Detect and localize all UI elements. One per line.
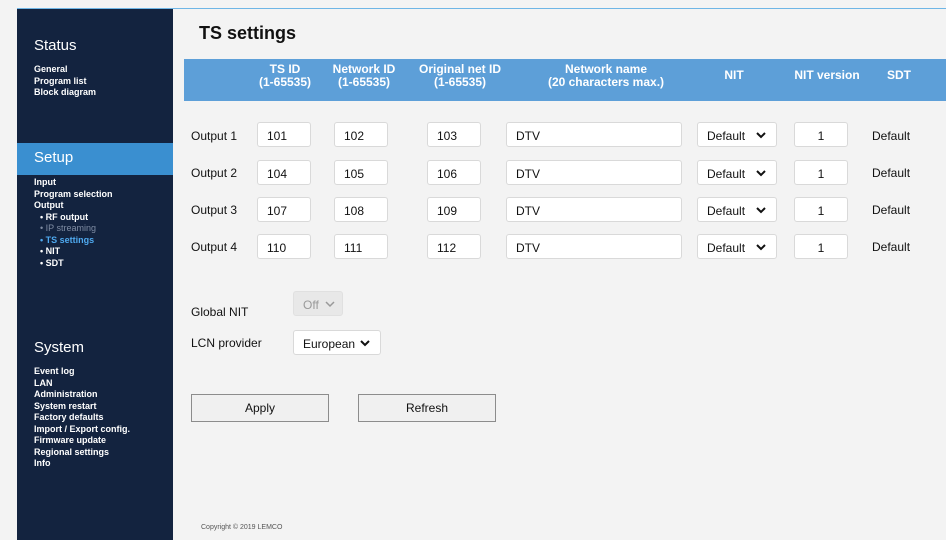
sidebar-item-firmware-update[interactable]: Firmware update — [34, 435, 130, 447]
sidebar-system-nav: Event log LAN Administration System rest… — [34, 366, 130, 470]
sidebar: Status General Program list Block diagra… — [17, 8, 173, 540]
sidebar-subitem-ts-settings[interactable]: • TS settings — [34, 235, 113, 247]
original-net-id-input[interactable]: 109 — [427, 197, 481, 222]
sidebar-item-administration[interactable]: Administration — [34, 389, 130, 401]
row-label: Output 3 — [191, 203, 238, 217]
nit-select[interactable]: Default — [697, 197, 777, 222]
lcn-provider-select[interactable]: European — [293, 330, 381, 355]
sidebar-subitem-ip-streaming[interactable]: • IP streaming — [34, 223, 113, 235]
nit-select[interactable]: Default — [697, 234, 777, 259]
chevron-down-icon — [325, 301, 335, 308]
global-nit-label: Global NIT — [191, 305, 249, 319]
sidebar-item-input[interactable]: Input — [34, 177, 113, 189]
nit-version-input[interactable]: 1 — [794, 234, 848, 259]
sdt-value: Default — [872, 240, 911, 254]
sidebar-item-output[interactable]: Output — [34, 200, 113, 212]
sidebar-item-info[interactable]: Info — [34, 458, 130, 470]
copyright-text: Copyright © 2019 LEMCO — [201, 524, 283, 531]
sidebar-subitem-nit[interactable]: • NIT — [34, 246, 113, 258]
nit-version-input[interactable]: 1 — [794, 122, 848, 147]
original-net-id-input[interactable]: 112 — [427, 234, 481, 259]
row-label: Output 1 — [191, 129, 238, 143]
chevron-down-icon — [756, 207, 766, 214]
nit-select[interactable]: Default — [697, 122, 777, 147]
chevron-down-icon — [756, 170, 766, 177]
sidebar-section-setup: Setup — [17, 143, 173, 175]
page-title: TS settings — [199, 23, 297, 43]
network-id-input[interactable]: 105 — [334, 160, 388, 185]
original-net-id-input[interactable]: 103 — [427, 122, 481, 147]
row-label: Output 2 — [191, 166, 238, 180]
sidebar-item-system-restart[interactable]: System restart — [34, 401, 130, 413]
table-header: TS ID (1-65535) Network ID (1-65535) Origi… — [184, 59, 946, 101]
sidebar-section-system: System — [34, 339, 85, 356]
header-sdt: SDT — [887, 68, 911, 82]
network-name-input[interactable]: DTV — [506, 122, 682, 147]
sidebar-section-status: Status — [34, 37, 77, 54]
ts-id-input[interactable]: 107 — [257, 197, 311, 222]
sidebar-status-nav: General Program list Block diagram — [34, 64, 96, 99]
row-label: Output 4 — [191, 240, 238, 254]
nit-version-input[interactable]: 1 — [794, 197, 848, 222]
sidebar-item-import-export[interactable]: Import / Export config. — [34, 424, 130, 436]
sdt-value: Default — [872, 129, 911, 143]
header-network-name: Network name (20 characters max.) — [547, 62, 665, 89]
chevron-down-icon — [756, 132, 766, 139]
sidebar-item-program-list[interactable]: Program list — [34, 76, 96, 88]
sidebar-item-block-diagram[interactable]: Block diagram — [34, 87, 96, 99]
header-nit: NIT — [724, 68, 744, 82]
network-name-input[interactable]: DTV — [506, 197, 682, 222]
chevron-down-icon — [360, 340, 370, 347]
main-content: TS settings TS ID (1-65535) Network ID (1-… — [173, 8, 946, 540]
chevron-down-icon — [756, 244, 766, 251]
sidebar-item-general[interactable]: General — [34, 64, 96, 76]
sidebar-setup-nav: Input Program selection Output • RF outp… — [34, 177, 113, 269]
sidebar-item-factory-defaults[interactable]: Factory defaults — [34, 412, 130, 424]
sdt-value: Default — [872, 203, 911, 217]
ts-id-input[interactable]: 104 — [257, 160, 311, 185]
sdt-value: Default — [872, 166, 911, 180]
header-network-id: Network ID (1-65535) — [332, 62, 396, 89]
sidebar-subitem-sdt[interactable]: • SDT — [34, 258, 113, 270]
sidebar-item-regional-settings[interactable]: Regional settings — [34, 447, 130, 459]
sidebar-item-lan[interactable]: LAN — [34, 378, 130, 390]
header-nit-version: NIT version — [794, 68, 860, 82]
network-id-input[interactable]: 111 — [334, 234, 388, 259]
refresh-button[interactable]: Refresh — [358, 394, 496, 422]
header-ts-id: TS ID (1-65535) — [258, 62, 312, 89]
lcn-provider-label: LCN provider — [191, 336, 262, 350]
network-id-input[interactable]: 108 — [334, 197, 388, 222]
nit-select[interactable]: Default — [697, 160, 777, 185]
network-name-input[interactable]: DTV — [506, 234, 682, 259]
network-name-input[interactable]: DTV — [506, 160, 682, 185]
original-net-id-input[interactable]: 106 — [427, 160, 481, 185]
sidebar-subitem-rf-output[interactable]: • RF output — [34, 212, 113, 224]
sidebar-item-program-selection[interactable]: Program selection — [34, 189, 113, 201]
ts-id-input[interactable]: 101 — [257, 122, 311, 147]
global-nit-select[interactable]: Off — [293, 291, 343, 316]
network-id-input[interactable]: 102 — [334, 122, 388, 147]
nit-version-input[interactable]: 1 — [794, 160, 848, 185]
header-original-net-id: Original net ID (1-65535) — [418, 62, 501, 89]
ts-id-input[interactable]: 110 — [257, 234, 311, 259]
sidebar-item-event-log[interactable]: Event log — [34, 366, 130, 378]
apply-button[interactable]: Apply — [191, 394, 329, 422]
